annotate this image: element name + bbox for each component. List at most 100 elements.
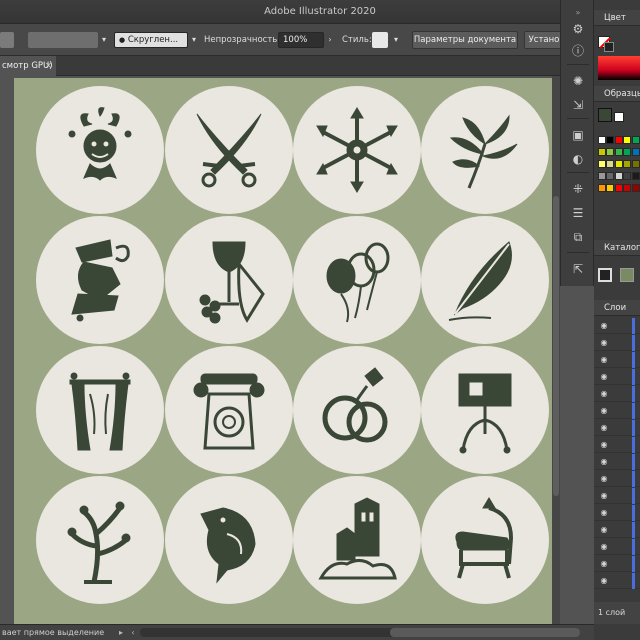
transform-icon[interactable]: ⁜ (569, 180, 587, 198)
info-icon[interactable]: ⓘ (569, 42, 587, 60)
layer-row[interactable]: ◉ (594, 505, 640, 521)
icon-circle[interactable] (36, 346, 164, 474)
chevron-right-icon[interactable]: › (324, 32, 336, 48)
color-swatch[interactable] (631, 184, 640, 192)
icon-circle[interactable] (293, 216, 421, 344)
color-swatch[interactable] (598, 160, 606, 168)
layer-row[interactable]: ◉ (594, 369, 640, 385)
fill-swatch[interactable] (0, 32, 14, 48)
opacity-input[interactable]: 100% (278, 32, 324, 48)
eye-icon[interactable]: ◉ (599, 440, 609, 450)
color-swatch[interactable] (631, 136, 640, 144)
layer-row[interactable]: ◉ (594, 522, 640, 538)
gradient-icon[interactable]: ▣ (569, 126, 587, 144)
pathfinder-icon[interactable]: ⧉ (569, 228, 587, 246)
link-icon[interactable]: ⇱ (569, 260, 587, 278)
color-swatch[interactable] (606, 172, 615, 180)
layer-row[interactable]: ◉ (594, 318, 640, 334)
color-swatch[interactable] (598, 172, 606, 180)
layers-panel-header[interactable]: Слои (594, 300, 640, 316)
layer-row[interactable]: ◉ (594, 352, 640, 368)
play-icon[interactable]: ▸ (116, 625, 126, 640)
color-swatch[interactable] (623, 148, 632, 156)
icon-circle[interactable] (165, 346, 293, 474)
color-swatch[interactable] (623, 160, 632, 168)
layer-row[interactable]: ◉ (594, 539, 640, 555)
color-swatch[interactable] (598, 136, 606, 144)
color-swatch[interactable] (614, 136, 623, 144)
catalog-item[interactable] (598, 268, 612, 282)
none-swatch-icon[interactable] (614, 112, 624, 122)
color-swatch[interactable] (614, 160, 623, 168)
color-swatch[interactable] (631, 148, 640, 156)
eye-icon[interactable]: ◉ (599, 389, 609, 399)
eye-icon[interactable]: ◉ (599, 372, 609, 382)
icon-circle[interactable] (421, 216, 549, 344)
eye-icon[interactable]: ◉ (599, 525, 609, 535)
scrollbar-thumb[interactable] (390, 628, 580, 637)
layer-row[interactable]: ◉ (594, 437, 640, 453)
icon-circle[interactable] (165, 86, 293, 214)
chevron-down-icon[interactable]: ▾ (98, 32, 110, 48)
color-swatch[interactable] (623, 184, 632, 192)
color-swatch[interactable] (598, 184, 606, 192)
layer-row[interactable]: ◉ (594, 335, 640, 351)
color-swatch[interactable] (606, 148, 615, 156)
color-swatch[interactable] (614, 148, 623, 156)
icon-circle[interactable] (165, 476, 293, 604)
active-swatch[interactable] (598, 108, 612, 122)
canvas[interactable] (0, 76, 560, 624)
icon-circle[interactable] (293, 476, 421, 604)
document-tab[interactable]: смотр GPU) × (0, 56, 56, 76)
eye-icon[interactable]: ◉ (599, 542, 609, 552)
eye-icon[interactable]: ◉ (599, 491, 609, 501)
eye-icon[interactable]: ◉ (599, 474, 609, 484)
layer-row[interactable]: ◉ (594, 454, 640, 470)
color-swatch[interactable] (623, 136, 632, 144)
brush-select[interactable]: ● Скруглен... (114, 32, 188, 48)
catalog-item[interactable] (620, 268, 634, 282)
icon-circle[interactable] (421, 346, 549, 474)
icon-circle[interactable] (293, 86, 421, 214)
stroke-weight-field[interactable] (28, 32, 98, 48)
eye-icon[interactable]: ◉ (599, 508, 609, 518)
style-swatch[interactable] (372, 32, 388, 48)
chevron-left-icon[interactable]: ‹ (128, 625, 138, 640)
color-swatch[interactable] (606, 184, 615, 192)
align-icon[interactable]: ☰ (569, 204, 587, 222)
preferences-button[interactable]: Устано (524, 31, 564, 49)
chevron-down-icon[interactable]: ▾ (188, 32, 200, 48)
layer-row[interactable]: ◉ (594, 556, 640, 572)
eye-icon[interactable]: ◉ (599, 423, 609, 433)
horizontal-scrollbar[interactable] (140, 628, 580, 637)
transparency-icon[interactable]: ◐ (569, 150, 587, 168)
layer-row[interactable]: ◉ (594, 573, 640, 589)
catalog-panel-header[interactable]: Каталог (594, 240, 640, 256)
color-swatch[interactable] (631, 172, 640, 180)
layer-row[interactable]: ◉ (594, 386, 640, 402)
color-swatch[interactable] (623, 172, 632, 180)
export-icon[interactable]: ⇲ (569, 96, 587, 114)
icon-circle[interactable] (421, 476, 549, 604)
color-swatch[interactable] (631, 160, 640, 168)
color-swatch[interactable] (606, 136, 615, 144)
color-swatch[interactable] (598, 148, 606, 156)
eye-icon[interactable]: ◉ (599, 321, 609, 331)
icon-circle[interactable] (36, 476, 164, 604)
color-swatch[interactable] (606, 160, 615, 168)
icon-circle[interactable] (36, 86, 164, 214)
eye-icon[interactable]: ◉ (599, 406, 609, 416)
eye-icon[interactable]: ◉ (599, 338, 609, 348)
color-swatch[interactable] (614, 184, 623, 192)
gear-icon[interactable]: ⚙ (569, 20, 587, 38)
eye-icon[interactable]: ◉ (599, 576, 609, 586)
icon-circle[interactable] (36, 216, 164, 344)
vertical-scrollbar[interactable] (552, 76, 560, 624)
brightness-icon[interactable]: ✺ (569, 72, 587, 90)
document-settings-button[interactable]: Параметры документа (412, 31, 518, 49)
stroke-color-icon[interactable] (604, 42, 614, 52)
layer-row[interactable]: ◉ (594, 488, 640, 504)
icon-circle[interactable] (165, 216, 293, 344)
eye-icon[interactable]: ◉ (599, 559, 609, 569)
eye-icon[interactable]: ◉ (599, 355, 609, 365)
